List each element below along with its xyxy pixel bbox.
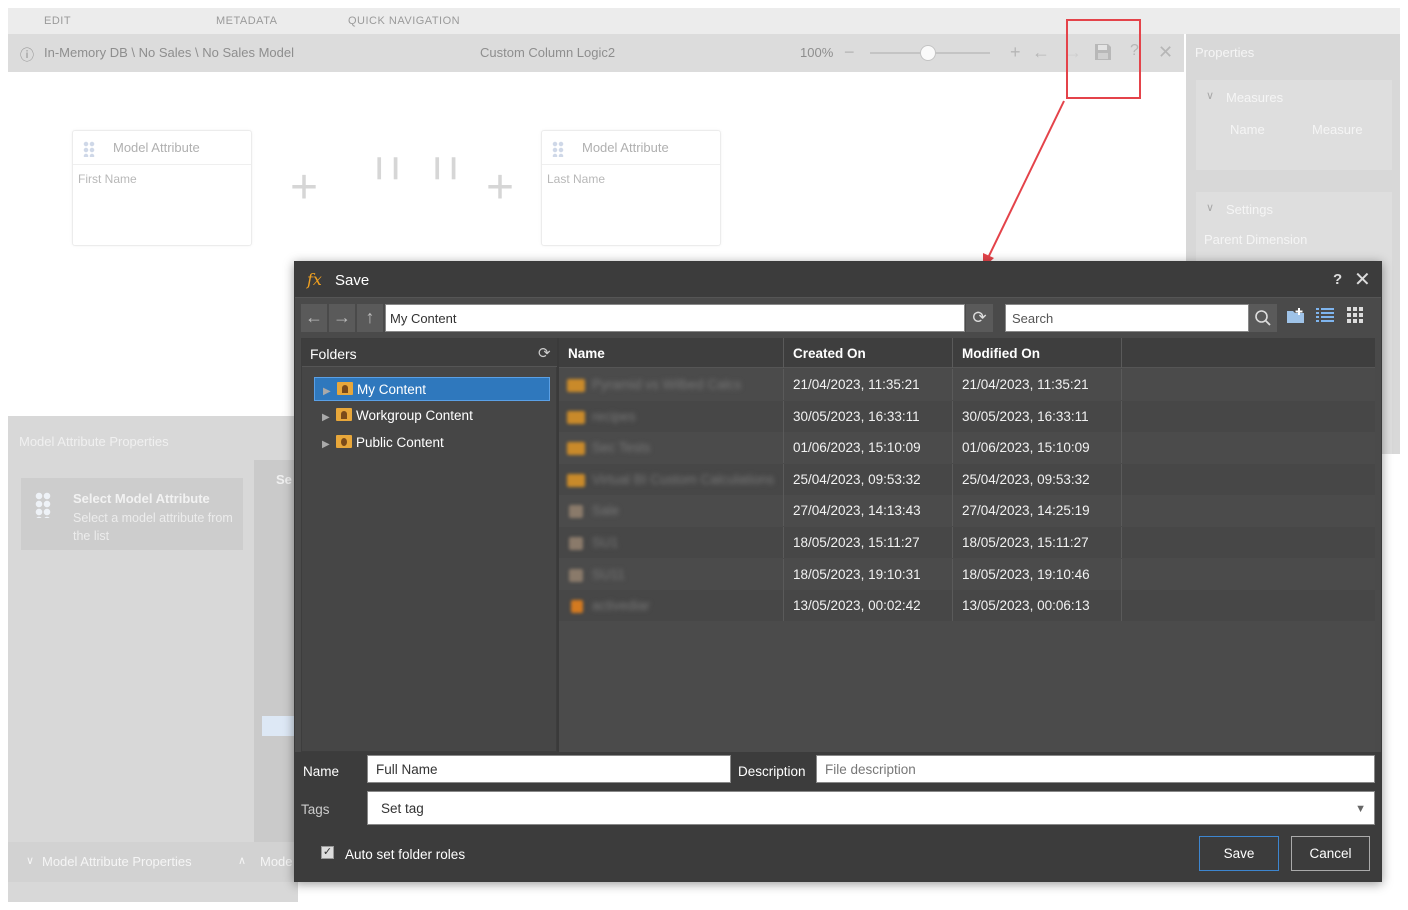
item-name: activediar	[592, 598, 650, 614]
tree-item-public-content[interactable]: ▶ Public Content	[314, 431, 550, 455]
item-name: Pyramid vs Wilbed Calcs	[592, 377, 742, 392]
help-icon[interactable]: ?	[1333, 271, 1342, 288]
cell-created: 30/05/2023, 16:33:11	[784, 400, 953, 432]
name-input[interactable]: Full Name	[367, 755, 731, 783]
folder-icon	[567, 410, 585, 424]
cell-modified: 25/04/2023, 09:53:32	[953, 463, 1122, 495]
cell-created: 13/05/2023, 00:02:42	[784, 590, 953, 622]
item-name: SU1	[592, 535, 619, 550]
group-folder-icon	[336, 408, 352, 421]
cell-name: Virtual BI Custom Calculations	[559, 463, 784, 495]
chevron-down-icon[interactable]: ▼	[1355, 803, 1366, 815]
cell-name: Sec Tests	[559, 432, 784, 464]
path-input[interactable]: My Content	[385, 304, 965, 332]
page: { "menu": {"edit": "EDIT", "metadata": "…	[0, 0, 1408, 910]
table-row[interactable]: SU11 18/05/2023, 19:10:31 18/05/2023, 19:1…	[559, 558, 1375, 590]
folder-icon	[567, 442, 585, 456]
item-name: Sec Tests	[592, 440, 651, 456]
user-folder-icon	[337, 382, 353, 395]
globe-folder-icon	[336, 435, 352, 448]
table-row[interactable]: Virtual BI Custom Calculations 25/04/2023…	[559, 463, 1375, 495]
tags-select[interactable]: Set tag ▼	[367, 791, 1375, 825]
dialog-title: Save	[335, 272, 370, 289]
folder-icon	[567, 379, 585, 392]
cell-created: 01/06/2023, 15:10:09	[784, 432, 953, 464]
folders-header: Folders ⟳	[302, 339, 558, 367]
column-header-created[interactable]: Created On	[784, 338, 953, 368]
cell-modified: 27/04/2023, 14:25:19	[953, 495, 1122, 527]
tags-label: Tags	[301, 802, 330, 817]
cell-modified: 30/05/2023, 16:33:11	[953, 400, 1122, 432]
item-name: recipes	[592, 408, 636, 424]
column-header-name[interactable]: Name	[559, 338, 784, 368]
cell-name: Sale	[559, 495, 784, 527]
description-label: Description	[738, 764, 806, 779]
list-view-icon[interactable]	[1314, 307, 1336, 329]
expand-icon[interactable]: ▶	[322, 439, 336, 450]
cell-name: SU11	[559, 558, 784, 590]
back-icon[interactable]: ←	[301, 304, 327, 332]
folders-panel: Folders ⟳ ▶ My Content ▶ Workgroup Content…	[301, 338, 558, 752]
column-header-modified[interactable]: Modified On	[953, 338, 1122, 368]
cell-created: 25/04/2023, 09:53:32	[784, 463, 953, 495]
table-row[interactable]: activediar 13/05/2023, 00:02:42 13/05/2023…	[559, 590, 1375, 622]
new-folder-icon[interactable]	[1285, 307, 1307, 329]
cell-modified: 13/05/2023, 00:06:13	[953, 590, 1122, 622]
auto-roles-label: Auto set folder roles	[345, 847, 466, 862]
description-input[interactable]: File description	[816, 755, 1375, 783]
cell-created: 18/05/2023, 15:11:27	[784, 527, 953, 558]
tree-item-my-content[interactable]: ▶ My Content	[314, 377, 550, 401]
search-icon[interactable]	[1249, 304, 1277, 332]
grid-header: Name Created On Modified On	[559, 338, 1375, 368]
expand-icon[interactable]: ▶	[322, 412, 336, 423]
auto-roles-checkbox[interactable]: ✓	[321, 846, 334, 859]
file-icon	[569, 568, 583, 582]
table-row[interactable]: recipes 30/05/2023, 16:33:11 30/05/2023, 1…	[559, 400, 1375, 432]
folder-icon	[567, 473, 585, 487]
tags-value: Set tag	[381, 801, 424, 816]
refresh-icon[interactable]: ⟳	[538, 344, 551, 362]
table-row[interactable]: Pyramid vs Wilbed Calcs 21/04/2023, 11:35…	[559, 369, 1375, 400]
grid-view-icon[interactable]	[1344, 307, 1366, 329]
save-dialog: fx Save ? ✕ ← → ↑ My Content ⟳ Search Fo…	[294, 261, 1382, 882]
save-button[interactable]: Save	[1199, 836, 1279, 871]
search-input[interactable]: Search	[1005, 304, 1249, 332]
table-row[interactable]: SU1 18/05/2023, 15:11:27 18/05/2023, 15:11…	[559, 527, 1375, 558]
cell-name: Pyramid vs Wilbed Calcs	[559, 369, 784, 400]
tree-item-label: Workgroup Content	[356, 408, 473, 423]
file-icon	[569, 505, 583, 519]
table-row[interactable]: Sec Tests 01/06/2023, 15:10:09 01/06/2023,…	[559, 432, 1375, 464]
cell-created: 21/04/2023, 11:35:21	[784, 369, 953, 400]
file-icon	[571, 600, 583, 614]
cell-modified: 18/05/2023, 15:11:27	[953, 527, 1122, 558]
cell-name: SU1	[559, 527, 784, 558]
tree-item-label: My Content	[357, 382, 427, 397]
tree-item-label: Public Content	[356, 435, 444, 450]
cell-modified: 01/06/2023, 15:10:09	[953, 432, 1122, 464]
cell-modified: 21/04/2023, 11:35:21	[953, 369, 1122, 400]
folders-title: Folders	[310, 346, 357, 362]
file-grid: Name Created On Modified On Pyramid vs W…	[559, 338, 1375, 752]
up-icon[interactable]: ↑	[357, 304, 383, 332]
dialog-title-bar: fx Save ? ✕	[295, 262, 1381, 298]
dialog-footer: Name Full Name Description File descript…	[295, 752, 1381, 882]
cell-created: 18/05/2023, 19:10:31	[784, 558, 953, 590]
name-label: Name	[303, 764, 340, 779]
table-row[interactable]: Sale 27/04/2023, 14:13:43 27/04/2023, 14:2…	[559, 495, 1375, 527]
cell-modified: 18/05/2023, 19:10:46	[953, 558, 1122, 590]
close-icon[interactable]: ✕	[1354, 267, 1371, 292]
file-icon	[569, 537, 583, 550]
refresh-icon[interactable]: ⟳	[966, 304, 993, 332]
cell-name: recipes	[559, 400, 784, 432]
cancel-button[interactable]: Cancel	[1291, 836, 1370, 871]
forward-icon[interactable]: →	[329, 304, 355, 332]
tree-item-workgroup-content[interactable]: ▶ Workgroup Content	[314, 404, 550, 428]
item-name: Virtual BI Custom Calculations	[592, 471, 775, 487]
cell-name: activediar	[559, 590, 784, 622]
expand-icon[interactable]: ▶	[323, 386, 337, 397]
item-name: SU11	[592, 566, 625, 582]
item-name: Sale	[592, 503, 620, 519]
fx-icon: fx	[307, 270, 322, 289]
cell-created: 27/04/2023, 14:13:43	[784, 495, 953, 527]
